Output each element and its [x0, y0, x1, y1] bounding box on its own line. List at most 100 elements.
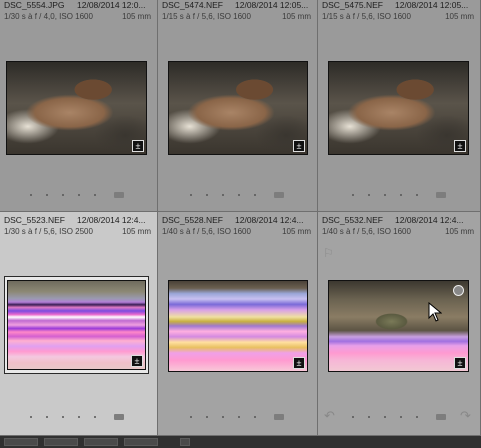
capture-date: 12/08/2014 12:4...	[395, 215, 464, 225]
rating-dot[interactable]	[94, 416, 96, 418]
capture-date: 12/08/2014 12:0...	[77, 0, 146, 10]
toolbar-button[interactable]	[180, 438, 190, 446]
exposure-info: 1/15 s à f / 5,6, ISO 1600	[322, 12, 411, 21]
exposure-info: 1/30 s à f / 4,0, ISO 1600	[4, 12, 93, 21]
photo-thumbnail[interactable]: ±	[6, 61, 147, 155]
rating-dot[interactable]	[352, 416, 354, 418]
toolbar-button[interactable]	[124, 438, 158, 446]
rating-dot[interactable]	[222, 416, 224, 418]
grid-cell-hover[interactable]: DSC_5532.NEF 12/08/2014 12:4... 1/40 s à …	[318, 212, 481, 436]
rating-dots[interactable]	[318, 192, 480, 204]
rating-dot[interactable]	[416, 194, 418, 196]
rating-dot[interactable]	[46, 194, 48, 196]
lens-info: 105 mm	[282, 227, 311, 236]
rating-dot[interactable]	[384, 416, 386, 418]
rating-dot[interactable]	[78, 416, 80, 418]
photo-thumbnail[interactable]: ±	[328, 61, 469, 155]
filename: DSC_5475.NEF	[322, 0, 383, 10]
grid-cell[interactable]: DSC_5554.JPG 12/08/2014 12:0... 1/30 s à …	[0, 0, 158, 212]
toolbar-button[interactable]	[4, 438, 38, 446]
exposure-info: 1/40 s à f / 5,6, ISO 1600	[322, 227, 411, 236]
toolbar	[0, 436, 481, 448]
rating-dot[interactable]	[78, 194, 80, 196]
grid-cell-selected[interactable]: DSC_5523.NEF 12/08/2014 12:4... 1/30 s à …	[0, 212, 158, 436]
filename: DSC_5474.NEF	[162, 0, 223, 10]
rating-dot[interactable]	[400, 194, 402, 196]
edit-adjust-icon[interactable]: ±	[454, 140, 466, 152]
exposure-info: 1/15 s à f / 5,6, ISO 1600	[162, 12, 251, 21]
cell-info: DSC_5475.NEF 12/08/2014 12:05... 1/15 s à…	[322, 0, 476, 22]
photo-thumbnail[interactable]: ±	[328, 280, 469, 372]
rating-dot[interactable]	[94, 194, 96, 196]
rating-dot[interactable]	[30, 194, 32, 196]
toolbar-button[interactable]	[84, 438, 118, 446]
rating-dot[interactable]	[46, 416, 48, 418]
color-label[interactable]	[274, 414, 284, 420]
rating-dot[interactable]	[416, 416, 418, 418]
cell-info: DSC_5554.JPG 12/08/2014 12:0... 1/30 s à …	[4, 0, 153, 22]
photo-thumbnail[interactable]: ±	[168, 61, 308, 155]
lens-info: 105 mm	[445, 12, 474, 21]
flag-icon[interactable]: ⚐	[323, 246, 334, 260]
filename: DSC_5528.NEF	[162, 215, 223, 225]
rating-dots[interactable]	[0, 192, 157, 204]
capture-date: 12/08/2014 12:05...	[395, 0, 469, 10]
rating-dots[interactable]	[318, 414, 480, 426]
rating-dot[interactable]	[206, 416, 208, 418]
rating-dot[interactable]	[190, 194, 192, 196]
quick-collection-icon[interactable]	[453, 285, 464, 296]
rating-dot[interactable]	[30, 416, 32, 418]
filmstrip-grid: DSC_5554.JPG 12/08/2014 12:0... 1/30 s à …	[0, 0, 481, 436]
rating-dot[interactable]	[400, 416, 402, 418]
filename: DSC_5523.NEF	[4, 215, 65, 225]
capture-date: 12/08/2014 12:05...	[235, 0, 309, 10]
grid-cell[interactable]: DSC_5528.NEF 12/08/2014 12:4... 1/40 s à …	[158, 212, 318, 436]
color-label[interactable]	[436, 192, 446, 198]
exposure-info: 1/30 s à f / 5,6, ISO 2500	[4, 227, 93, 236]
rating-dots[interactable]	[158, 192, 317, 204]
color-label[interactable]	[114, 192, 124, 198]
cell-info: DSC_5523.NEF 12/08/2014 12:4... 1/30 s à …	[4, 212, 153, 237]
edit-adjust-icon[interactable]: ±	[132, 140, 144, 152]
photo-thumbnail[interactable]: ±	[168, 280, 308, 372]
rating-dot[interactable]	[238, 194, 240, 196]
lens-info: 105 mm	[282, 12, 311, 21]
rating-dot[interactable]	[62, 194, 64, 196]
rating-dot[interactable]	[368, 194, 370, 196]
color-label[interactable]	[274, 192, 284, 198]
cell-info: DSC_5532.NEF 12/08/2014 12:4... 1/40 s à …	[322, 212, 476, 237]
color-label[interactable]	[436, 414, 446, 420]
rating-dot[interactable]	[352, 194, 354, 196]
grid-cell[interactable]: DSC_5475.NEF 12/08/2014 12:05... 1/15 s à…	[318, 0, 481, 212]
rating-dot[interactable]	[238, 416, 240, 418]
cell-info: DSC_5528.NEF 12/08/2014 12:4... 1/40 s à …	[162, 212, 313, 237]
rating-dot[interactable]	[206, 194, 208, 196]
lens-info: 105 mm	[122, 12, 151, 21]
edit-adjust-icon[interactable]: ±	[293, 140, 305, 152]
rating-dot[interactable]	[384, 194, 386, 196]
rating-dot[interactable]	[190, 416, 192, 418]
rating-dot[interactable]	[254, 416, 256, 418]
lens-info: 105 mm	[122, 227, 151, 236]
edit-adjust-icon[interactable]: ±	[293, 357, 305, 369]
filename: DSC_5554.JPG	[4, 0, 65, 10]
exposure-info: 1/40 s à f / 5,6, ISO 1600	[162, 227, 251, 236]
edit-adjust-icon[interactable]: ±	[454, 357, 466, 369]
toolbar-button[interactable]	[44, 438, 78, 446]
capture-date: 12/08/2014 12:4...	[77, 215, 146, 225]
rating-dot[interactable]	[368, 416, 370, 418]
rating-dot[interactable]	[254, 194, 256, 196]
color-label[interactable]	[114, 414, 124, 420]
rating-dot[interactable]	[222, 194, 224, 196]
rating-dot[interactable]	[62, 416, 64, 418]
grid-cell[interactable]: DSC_5474.NEF 12/08/2014 12:05... 1/15 s à…	[158, 0, 318, 212]
rating-dots[interactable]	[0, 414, 157, 426]
edit-adjust-icon[interactable]: ±	[131, 355, 143, 367]
filename: DSC_5532.NEF	[322, 215, 383, 225]
cell-info: DSC_5474.NEF 12/08/2014 12:05... 1/15 s à…	[162, 0, 313, 22]
capture-date: 12/08/2014 12:4...	[235, 215, 304, 225]
mouse-cursor-icon	[428, 302, 442, 322]
rating-dots[interactable]	[158, 414, 317, 426]
photo-thumbnail[interactable]: ±	[7, 280, 146, 370]
lens-info: 105 mm	[445, 227, 474, 236]
